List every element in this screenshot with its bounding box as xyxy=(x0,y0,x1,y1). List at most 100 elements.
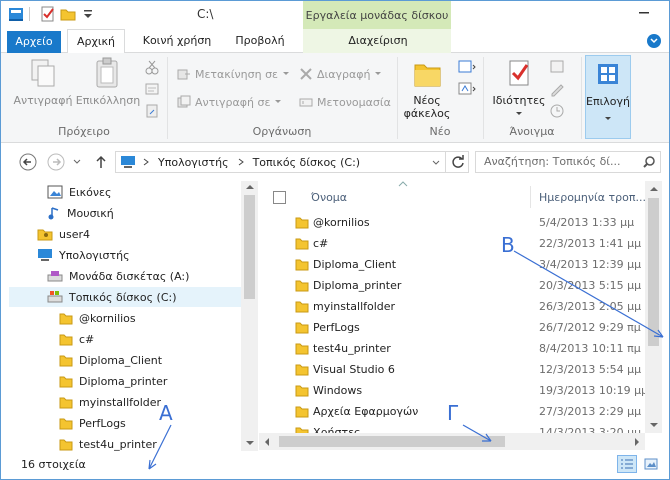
group-label-organize: Οργάνωση xyxy=(252,125,312,138)
tab-home[interactable]: Αρχική xyxy=(67,29,125,54)
new-item-icon[interactable] xyxy=(457,59,477,78)
column-header-date[interactable]: Ημερομηνία τροπ... xyxy=(539,186,649,208)
nav-item[interactable]: PerfLogs xyxy=(9,413,241,433)
folder-icon xyxy=(295,215,309,232)
move-to-button[interactable]: Μετακίνηση σε xyxy=(177,67,290,81)
table-row[interactable]: Diploma_printer 20/3/2013 5:15 μμ xyxy=(295,275,641,296)
navigation-pane: Εικόνες Μουσική user4 Υπολογιστής Μονάδα δισ… xyxy=(1,181,259,451)
address-segment-disk[interactable]: Τοπικός δίσκος (C:) xyxy=(253,156,361,169)
navigation-bar: Υπολογιστής Τοπικός δίσκος (C:) Αναζήτησ… xyxy=(1,143,669,181)
large-icons-view-button[interactable] xyxy=(641,455,661,473)
select-button[interactable]: Επιλογή xyxy=(585,55,631,139)
copy-to-button[interactable]: Αντιγραφή σε xyxy=(177,95,282,109)
vertical-scrollbar-thumb[interactable] xyxy=(648,198,659,346)
nav-item[interactable]: user4 xyxy=(9,224,241,244)
table-row[interactable]: myinstallfolder 26/3/2013 2:05 μμ xyxy=(295,296,641,317)
new-folder-button[interactable]: Νέος φάκελος xyxy=(401,57,453,120)
edit-icon[interactable] xyxy=(549,81,567,100)
table-row[interactable]: test4u_printer 8/4/2013 10:11 πμ xyxy=(295,338,641,359)
paste-button[interactable]: Επικόλληση xyxy=(75,57,141,107)
computer-icon xyxy=(121,156,135,168)
tab-manage[interactable]: Διαχείριση xyxy=(331,29,425,53)
nav-item[interactable]: myinstallfolder xyxy=(9,392,241,412)
table-row[interactable]: PerfLogs 26/7/2012 9:29 πμ xyxy=(295,317,641,338)
checkbox-icon xyxy=(273,190,286,204)
nav-scrollbar-thumb[interactable] xyxy=(244,195,255,299)
select-button-label: Επιλογή xyxy=(586,95,631,108)
nav-item[interactable]: Τοπικός δίσκος (C:) xyxy=(9,287,241,307)
copy-path-icon[interactable] xyxy=(144,81,160,100)
search-input[interactable]: Αναζήτηση: Τοπικός δί... xyxy=(475,151,661,173)
group-separator xyxy=(581,57,582,139)
file-name: Αρχεία Εφαρμογών xyxy=(313,405,419,418)
file-date: 20/3/2013 5:15 μμ xyxy=(539,279,642,292)
cut-icon[interactable] xyxy=(144,59,160,78)
scroll-down-arrow-icon xyxy=(246,441,254,445)
nav-item[interactable]: @kornilios xyxy=(9,308,241,328)
address-segment-computer[interactable]: Υπολογιστής xyxy=(158,156,229,169)
nav-item-label: Τοπικός δίσκος (C:) xyxy=(69,290,177,304)
new-folder-quick-icon[interactable] xyxy=(59,5,77,23)
back-button[interactable] xyxy=(19,153,37,171)
ribbon-expand-button[interactable] xyxy=(647,34,661,48)
history-icon[interactable] xyxy=(549,103,567,122)
computer-icon xyxy=(37,248,53,262)
file-name: c# xyxy=(313,237,329,250)
nav-item[interactable]: Εικόνες xyxy=(9,182,241,202)
customize-quick-access-icon[interactable] xyxy=(79,5,97,23)
nav-item[interactable]: Μονάδα δισκέτας (A:) xyxy=(9,266,241,286)
table-row[interactable]: Visual Studio 6 12/3/2013 5:54 μμ xyxy=(295,359,641,380)
folder-icon xyxy=(59,353,73,367)
properties-button[interactable]: Ιδιότητες xyxy=(489,57,549,120)
folder-icon xyxy=(295,320,309,337)
recent-locations-button[interactable] xyxy=(71,153,83,171)
tab-file[interactable]: Αρχείο xyxy=(7,31,61,53)
nav-item[interactable]: Diploma_printer xyxy=(9,371,241,391)
horizontal-scrollbar-thumb[interactable] xyxy=(279,436,505,447)
up-button[interactable] xyxy=(93,153,109,171)
rename-icon xyxy=(299,98,313,107)
annotation-label-g: Γ xyxy=(447,401,459,425)
column-header-name[interactable]: Όνομα xyxy=(311,186,531,208)
file-name: Windows xyxy=(313,384,363,397)
nav-item[interactable]: c# xyxy=(9,329,241,349)
folder-icon xyxy=(295,383,309,400)
details-view-button[interactable] xyxy=(617,455,637,473)
refresh-button[interactable] xyxy=(445,151,469,173)
table-row[interactable]: Αρχεία Εφαρμογών 27/3/2013 2:29 μμ xyxy=(295,401,641,422)
forward-button[interactable] xyxy=(47,153,65,171)
item-count: 16 στοιχεία xyxy=(21,458,86,471)
nav-item[interactable]: Diploma_Client xyxy=(9,350,241,370)
rename-button[interactable]: Μετονομασία xyxy=(299,95,391,109)
tab-view[interactable]: Προβολή xyxy=(229,29,291,53)
easy-access-icon[interactable] xyxy=(457,81,477,100)
table-row[interactable]: c# 22/3/2013 1:41 μμ xyxy=(295,233,641,254)
explorer-app-icon[interactable] xyxy=(7,5,25,23)
nav-item-label: Μουσική xyxy=(67,206,114,220)
open-icon[interactable] xyxy=(549,59,567,78)
nav-item[interactable]: Υπολογιστής xyxy=(9,245,241,265)
nav-item-label: Εικόνες xyxy=(69,185,112,199)
file-name: @kornilios xyxy=(313,216,370,229)
file-date: 26/7/2012 9:29 πμ xyxy=(539,321,641,334)
tab-share[interactable]: Κοινή χρήση xyxy=(137,29,217,53)
folder-icon xyxy=(295,257,309,274)
folder-icon xyxy=(59,437,73,451)
address-bar[interactable]: Υπολογιστής Τοπικός δίσκος (C:) xyxy=(115,151,469,173)
properties-quick-icon[interactable] xyxy=(39,5,57,23)
delete-button[interactable]: Διαγραφή xyxy=(299,67,382,81)
nav-item-label: @kornilios xyxy=(79,311,136,325)
table-row[interactable]: @kornilios 5/4/2013 1:33 μμ xyxy=(295,212,635,233)
ribbon-tabs: Αρχείο Αρχική Κοινή χρήση Προβολή Διαχεί… xyxy=(1,29,669,54)
paste-shortcut-icon[interactable] xyxy=(144,103,160,122)
chevron-right-icon xyxy=(238,158,244,166)
table-row[interactable]: Windows 19/3/2013 10:19 μμ xyxy=(295,380,648,401)
copy-button[interactable]: Αντιγραφή xyxy=(11,57,75,107)
back-arrow-icon xyxy=(19,153,37,171)
select-all-checkbox[interactable] xyxy=(273,186,286,208)
table-row[interactable]: Diploma_Client 3/4/2013 12:39 μμ xyxy=(295,254,641,275)
nav-item[interactable]: Μουσική xyxy=(9,203,241,223)
chevron-right-icon xyxy=(143,158,149,166)
minimize-button[interactable] xyxy=(621,1,667,23)
group-label-open: Άνοιγμα xyxy=(509,125,555,138)
